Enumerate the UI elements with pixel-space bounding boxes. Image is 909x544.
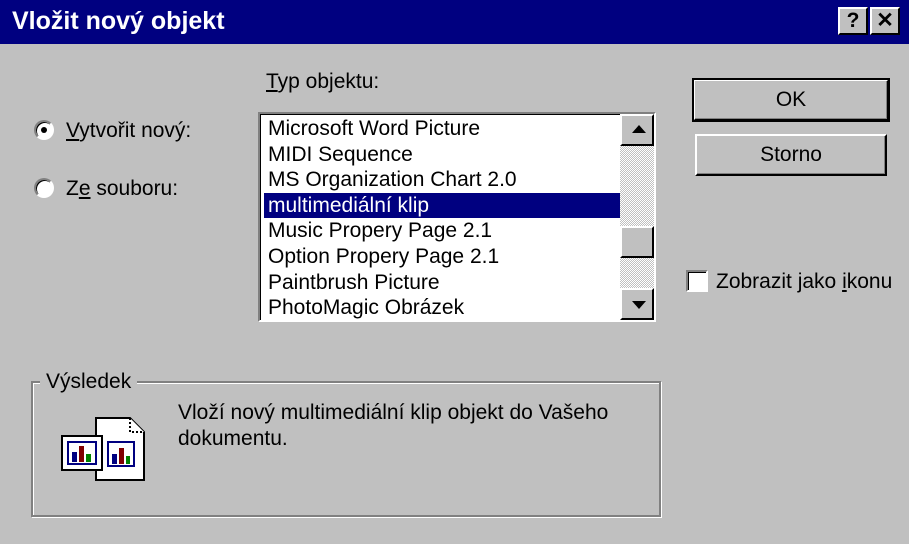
insert-object-dialog: Vložit nový objekt ? ✕ Vytvořit nový: Ze… xyxy=(0,0,909,544)
scroll-up-button[interactable] xyxy=(620,114,654,146)
display-as-icon-label[interactable]: Zobrazit jako ikonu xyxy=(716,270,892,294)
object-type-listbox[interactable]: Microsoft Word Picture MIDI Sequence MS … xyxy=(258,112,656,322)
list-item-selected[interactable]: multimediální klip xyxy=(264,192,620,219)
arrow-up-icon xyxy=(632,125,646,133)
list-scrollbar[interactable] xyxy=(620,114,654,320)
list-item[interactable]: Microsoft Word Picture xyxy=(264,116,620,142)
radio-selected-dot xyxy=(41,127,47,133)
title-bar[interactable]: Vložit nový objekt ? ✕ xyxy=(0,0,909,44)
help-button[interactable]: ? xyxy=(838,7,868,35)
window-title: Vložit nový objekt xyxy=(12,7,225,35)
scroll-thumb[interactable] xyxy=(620,226,654,258)
list-item[interactable]: MS Organization Chart 2.0 xyxy=(264,167,620,193)
from-file-label-text: souboru: xyxy=(90,177,179,200)
close-button[interactable]: ✕ xyxy=(870,7,900,35)
scroll-down-button[interactable] xyxy=(620,288,654,320)
help-icon: ? xyxy=(846,9,860,32)
close-icon: ✕ xyxy=(876,9,894,32)
object-type-label-text: yp objektu: xyxy=(277,70,380,93)
display-as-icon-label-prefix: Zobrazit jako xyxy=(716,270,843,293)
insert-object-icon xyxy=(61,417,145,481)
create-new-hotkey: V xyxy=(66,119,80,142)
list-item[interactable]: Music Propery Page 2.1 xyxy=(264,218,620,244)
create-new-label[interactable]: Vytvořit nový: xyxy=(66,119,191,143)
list-item[interactable]: MIDI Sequence xyxy=(264,142,620,168)
object-type-label: Typ objektu: xyxy=(266,70,379,94)
display-as-icon-label-text: konu xyxy=(846,270,893,293)
create-new-label-text: ytvořit nový: xyxy=(79,119,192,142)
from-file-label-prefix: Z xyxy=(66,177,79,200)
object-type-list: Microsoft Word Picture MIDI Sequence MS … xyxy=(264,116,620,320)
list-item[interactable]: PhotoMagic Obrázek xyxy=(264,295,620,320)
list-item[interactable]: Paintbrush Picture xyxy=(264,270,620,296)
result-title: Výsledek xyxy=(40,370,138,394)
from-file-radio[interactable] xyxy=(34,178,54,198)
create-new-radio[interactable] xyxy=(34,120,54,140)
display-as-icon-checkbox[interactable] xyxy=(686,270,708,292)
list-item[interactable]: Option Propery Page 2.1 xyxy=(264,244,620,270)
from-file-label[interactable]: Ze souboru: xyxy=(66,177,178,201)
ok-button[interactable]: OK xyxy=(692,78,890,122)
cancel-button[interactable]: Storno xyxy=(695,134,887,176)
from-file-hotkey: e xyxy=(78,177,91,200)
arrow-down-icon xyxy=(632,301,646,309)
object-type-hotkey: T xyxy=(266,70,278,93)
result-description: Vloží nový multimediální klip objekt do … xyxy=(178,401,609,450)
